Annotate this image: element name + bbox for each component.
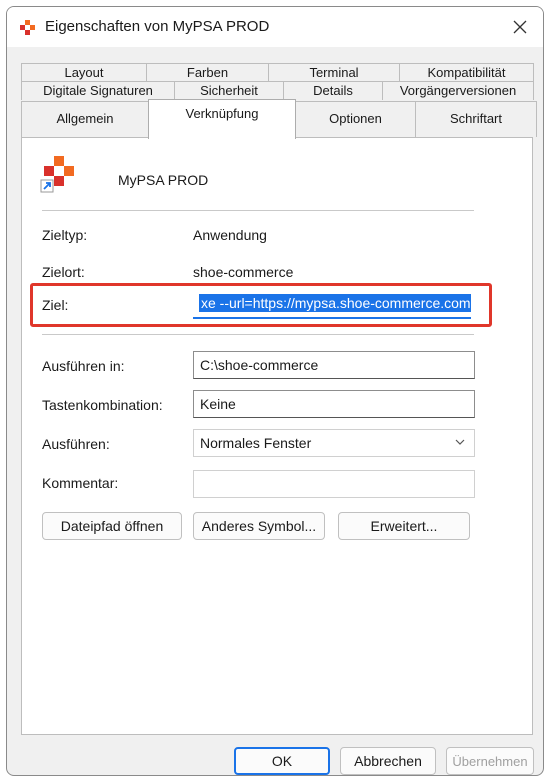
tab-kompatibilitaet[interactable]: Kompatibilität: [399, 63, 534, 82]
properties-dialog: Eigenschaften von MyPSA PROD Layout Farb…: [6, 6, 544, 776]
tab-details[interactable]: Details: [283, 81, 383, 100]
shortcut-app-icon: [40, 156, 74, 193]
cancel-button[interactable]: Abbrechen: [340, 747, 436, 775]
ausfuehren-select[interactable]: Normales Fenster: [193, 429, 475, 457]
tab-schriftart[interactable]: Schriftart: [415, 101, 537, 137]
title-bar[interactable]: Eigenschaften von MyPSA PROD: [7, 7, 543, 47]
tab-optionen[interactable]: Optionen: [295, 101, 416, 137]
ziel-selected-text[interactable]: xe --url=https://mypsa.shoe-commerce.com: [199, 294, 471, 312]
shortcut-name: MyPSA PROD: [118, 172, 209, 188]
tab-sicherheit[interactable]: Sicherheit: [174, 81, 284, 100]
tab-digitale-signaturen[interactable]: Digitale Signaturen: [21, 81, 175, 100]
tab-verknuepfung[interactable]: Verknüpfung: [148, 99, 296, 139]
zielort-label: Zielort:: [42, 264, 85, 280]
separator: [42, 210, 474, 211]
zieltyp-value: Anwendung: [193, 227, 267, 243]
separator: [42, 334, 474, 335]
shortcut-panel: MyPSA PROD Zieltyp: Anwendung Zielort: s…: [21, 137, 533, 735]
ok-button[interactable]: OK: [234, 747, 330, 775]
chevron-down-icon: [455, 439, 465, 445]
ziel-label: Ziel:: [42, 297, 69, 313]
tab-vorgaengerversionen[interactable]: Vorgängerversionen: [382, 81, 534, 100]
ausfuehren-in-input[interactable]: C:\shoe-commerce: [193, 351, 475, 379]
tab-layout[interactable]: Layout: [21, 63, 147, 82]
ausfuehren-selected: Normales Fenster: [200, 435, 312, 451]
zieltyp-label: Zieltyp:: [42, 227, 88, 243]
tastenkombination-input[interactable]: Keine: [193, 390, 475, 418]
change-icon-button[interactable]: Anderes Symbol...: [193, 512, 325, 540]
apply-button[interactable]: Übernehmen: [446, 747, 534, 775]
zielort-value: shoe-commerce: [193, 264, 294, 280]
ziel-input[interactable]: xe --url=https://mypsa.shoe-commerce.com: [193, 291, 471, 319]
ausfuehren-in-label: Ausführen in:: [42, 358, 125, 374]
close-icon: [513, 20, 527, 34]
tab-farben[interactable]: Farben: [146, 63, 269, 82]
tab-allgemein[interactable]: Allgemein: [21, 101, 149, 137]
close-button[interactable]: [497, 7, 543, 47]
kommentar-input[interactable]: [193, 470, 475, 498]
tab-terminal[interactable]: Terminal: [268, 63, 400, 82]
app-logo-icon: [20, 20, 35, 35]
tastenkombination-label: Tastenkombination:: [42, 397, 163, 413]
ausfuehren-label: Ausführen:: [42, 436, 110, 452]
advanced-button[interactable]: Erweitert...: [338, 512, 470, 540]
kommentar-label: Kommentar:: [42, 475, 119, 491]
open-file-path-button[interactable]: Dateipfad öffnen: [42, 512, 182, 540]
window-title: Eigenschaften von MyPSA PROD: [45, 18, 270, 35]
